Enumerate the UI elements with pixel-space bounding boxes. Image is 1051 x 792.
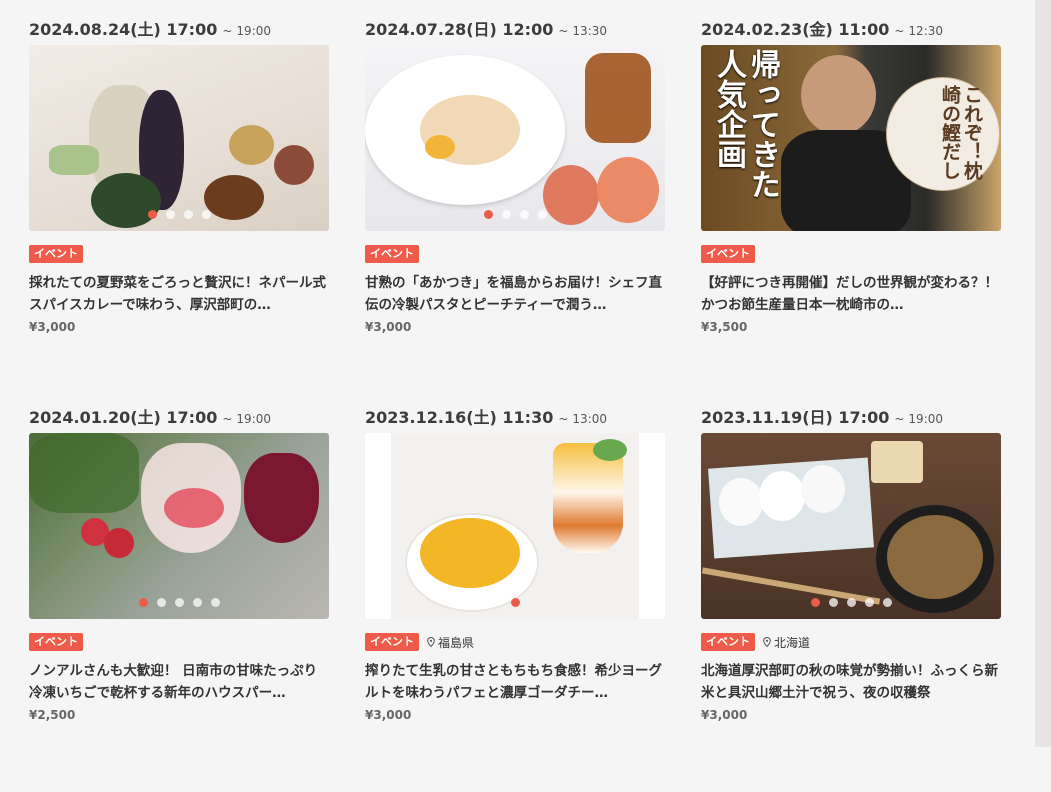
event-start-datetime: 2024.07.28(日) 12:00 — [365, 20, 554, 39]
event-price: ¥3,000 — [365, 708, 412, 722]
carousel-dot[interactable] — [846, 598, 856, 607]
carousel-dot[interactable] — [156, 598, 166, 607]
event-price: ¥3,000 — [365, 320, 412, 334]
carousel-dot[interactable] — [201, 210, 211, 219]
carousel-dot[interactable] — [510, 598, 520, 607]
event-meta: イベント — [365, 245, 665, 263]
event-card[interactable]: 2023.12.16(土) 11:30 ~ 13:00 イベント 福島県 搾りた… — [365, 404, 665, 792]
event-location-label: 福島県 — [438, 635, 475, 650]
carousel-dot[interactable] — [810, 598, 820, 607]
thumbnail-seal-text: これぞ！枕崎の鰹だし — [939, 85, 983, 180]
event-title[interactable]: 【好評につき再開催】だしの世界観が変わる？！かつお節生産量日本一枕崎市の… — [701, 272, 1001, 316]
event-thumbnail[interactable] — [29, 433, 329, 619]
carousel-dots[interactable] — [29, 598, 329, 607]
event-type-badge: イベント — [29, 633, 83, 651]
event-card[interactable]: 2024.08.24(土) 17:00 ~ 19:00 イベント 採れたての夏野… — [29, 16, 329, 404]
carousel-dot[interactable] — [882, 598, 892, 607]
event-price: ¥3,500 — [701, 320, 748, 334]
event-meta: イベント — [29, 245, 329, 263]
event-title[interactable]: 採れたての夏野菜をごろっと贅沢に！ネパール式スパイスカレーで味わう、厚沢部町の… — [29, 272, 329, 316]
carousel-dots[interactable] — [365, 598, 665, 607]
event-thumbnail[interactable] — [365, 45, 665, 231]
date-separator: ~ — [222, 24, 233, 38]
carousel-dot[interactable] — [864, 598, 874, 607]
carousel-dot[interactable] — [537, 210, 547, 219]
event-date: 2023.11.19(日) 17:00 ~ 19:00 — [701, 404, 1001, 428]
carousel-dot[interactable] — [174, 598, 184, 607]
event-meta: イベント — [701, 245, 1001, 263]
thumbnail-headline: 帰ってきた人気企画 — [711, 49, 780, 199]
event-type-badge: イベント — [365, 245, 419, 263]
event-meta: イベント — [29, 633, 329, 651]
event-thumbnail[interactable] — [701, 433, 1001, 619]
event-date: 2024.07.28(日) 12:00 ~ 13:30 — [365, 16, 665, 40]
event-title[interactable]: 搾りたて生乳の甘さともちもち食感！希少ヨーグルトを味わうパフェと濃厚ゴーダチー… — [365, 660, 665, 704]
event-title[interactable]: 甘熟の「あかつき」を福島からお届け！シェフ直伝の冷製パスタとピーチティーで潤う… — [365, 272, 665, 316]
event-date: 2024.08.24(土) 17:00 ~ 19:00 — [29, 16, 329, 40]
carousel-dot[interactable] — [828, 598, 838, 607]
event-price: ¥3,000 — [701, 708, 748, 722]
event-type-badge: イベント — [29, 245, 83, 263]
event-start-datetime: 2023.11.19(日) 17:00 — [701, 408, 890, 427]
event-end-time: 19:00 — [236, 412, 272, 426]
event-card[interactable]: 2024.01.20(土) 17:00 ~ 19:00 イベント ノンアルさんも… — [29, 404, 329, 792]
scrollbar-track[interactable] — [1035, 0, 1051, 747]
event-grid: 2024.08.24(土) 17:00 ~ 19:00 イベント 採れたての夏野… — [29, 16, 1001, 792]
event-date: 2024.01.20(土) 17:00 ~ 19:00 — [29, 404, 329, 428]
event-start-datetime: 2023.12.16(土) 11:30 — [365, 408, 554, 427]
carousel-dot[interactable] — [147, 210, 157, 219]
event-location: 北海道 — [763, 634, 810, 651]
carousel-dot[interactable] — [501, 210, 511, 219]
carousel-dot[interactable] — [483, 210, 493, 219]
event-date: 2023.12.16(土) 11:30 ~ 13:00 — [365, 404, 665, 428]
event-thumbnail[interactable] — [365, 433, 665, 619]
event-start-datetime: 2024.02.23(金) 11:00 — [701, 20, 890, 39]
event-meta: イベント 福島県 — [365, 633, 665, 651]
event-title[interactable]: ノンアルさんも大歓迎！ 日南市の甘味たっぷり冷凍いちごで乾杯する新年のハウスパー… — [29, 660, 329, 704]
event-type-badge: イベント — [701, 633, 755, 651]
event-location: 福島県 — [427, 634, 474, 651]
event-type-badge: イベント — [365, 633, 419, 651]
event-title[interactable]: 北海道厚沢部町の秋の味覚が勢揃い！ふっくら新米と具沢山郷土汁で祝う、夜の収穫祭 — [701, 660, 1001, 704]
date-separator: ~ — [558, 24, 569, 38]
date-separator: ~ — [894, 24, 905, 38]
date-separator: ~ — [222, 412, 233, 426]
carousel-dots[interactable] — [365, 210, 665, 219]
event-date: 2024.02.23(金) 11:00 ~ 12:30 — [701, 16, 1001, 40]
event-card[interactable]: 2023.11.19(日) 17:00 ~ 19:00 イベント 北海道 北海道… — [701, 404, 1001, 792]
event-thumbnail[interactable]: 帰ってきた人気企画 これぞ！枕崎の鰹だし — [701, 45, 1001, 231]
carousel-dot[interactable] — [210, 598, 220, 607]
event-end-time: 12:30 — [908, 24, 944, 38]
event-thumbnail[interactable] — [29, 45, 329, 231]
event-location-label: 北海道 — [774, 635, 811, 650]
event-start-datetime: 2024.08.24(土) 17:00 — [29, 20, 218, 39]
event-card[interactable]: 2024.07.28(日) 12:00 ~ 13:30 イベント 甘熟の「あかつ… — [365, 16, 665, 404]
carousel-dot[interactable] — [165, 210, 175, 219]
event-card[interactable]: 2024.02.23(金) 11:00 ~ 12:30 帰ってきた人気企画 これ… — [701, 16, 1001, 404]
event-end-time: 13:30 — [572, 24, 608, 38]
carousel-dot[interactable] — [519, 210, 529, 219]
carousel-dot[interactable] — [192, 598, 202, 607]
carousel-dot[interactable] — [183, 210, 193, 219]
carousel-dots[interactable] — [701, 598, 1001, 607]
date-separator: ~ — [894, 412, 905, 426]
map-pin-icon — [763, 637, 771, 647]
event-price: ¥2,500 — [29, 708, 76, 722]
date-separator: ~ — [558, 412, 569, 426]
event-start-datetime: 2024.01.20(土) 17:00 — [29, 408, 218, 427]
event-meta: イベント 北海道 — [701, 633, 1001, 651]
carousel-dots[interactable] — [29, 210, 329, 219]
event-end-time: 19:00 — [908, 412, 944, 426]
event-price: ¥3,000 — [29, 320, 76, 334]
event-end-time: 13:00 — [572, 412, 608, 426]
event-type-badge: イベント — [701, 245, 755, 263]
event-end-time: 19:00 — [236, 24, 272, 38]
map-pin-icon — [427, 637, 435, 647]
carousel-dot[interactable] — [138, 598, 148, 607]
